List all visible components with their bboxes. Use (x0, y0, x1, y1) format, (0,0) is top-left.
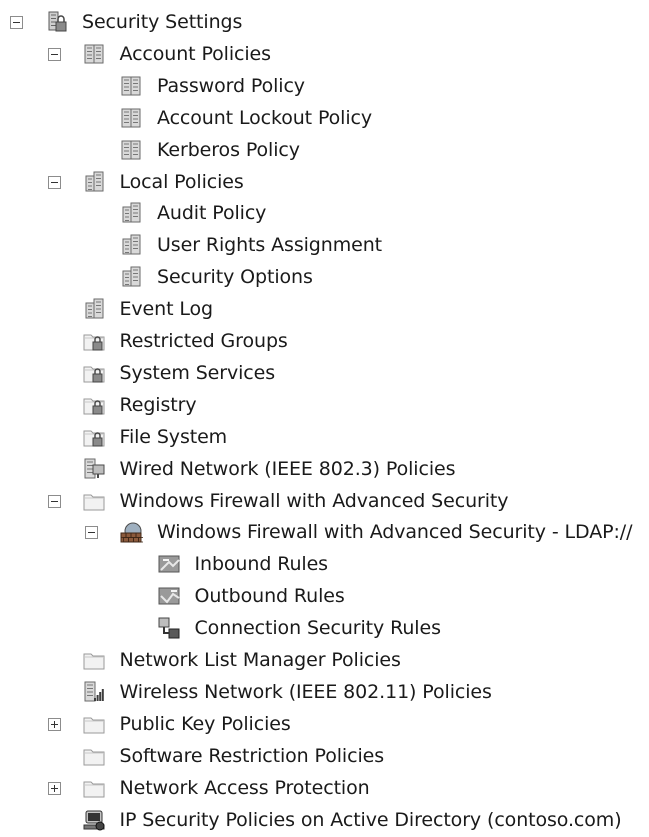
local-policy-icon (119, 265, 143, 289)
policy-icon (82, 42, 106, 66)
tree-item[interactable]: Restricted Groups (0, 325, 649, 357)
tree-item[interactable]: Connection Security Rules (0, 612, 649, 644)
tree-item-label: Restricted Groups (119, 330, 288, 352)
inbound-rules-icon (157, 552, 181, 576)
tree-item-label: Outbound Rules (194, 585, 345, 608)
outbound-rules-icon (157, 584, 181, 608)
collapse-toggle-icon[interactable] (85, 526, 98, 540)
folder-icon (82, 648, 106, 672)
tree-item-label: Account Policies (119, 42, 272, 65)
expand-toggle-icon[interactable] (47, 717, 61, 731)
folder-icon (82, 744, 106, 768)
policy-icon (119, 74, 143, 98)
tree-item-label: File System (119, 425, 228, 448)
tree-item-label: Public Key Policies (119, 712, 291, 735)
folder-icon (82, 776, 106, 800)
tree-item[interactable]: Registry (0, 389, 649, 421)
tree-item-label: Event Log (119, 298, 214, 321)
locked-folder-icon (82, 425, 106, 449)
tree-item[interactable]: Network Access Protection (0, 772, 649, 804)
tree-item-label: Connection Security Rules (194, 617, 441, 640)
folder-icon (82, 712, 106, 736)
ip-security-icon (82, 808, 106, 832)
tree-item[interactable]: Security Settings (0, 6, 649, 38)
security-settings-tree: Security Settings Account Policies Passwor… (0, 0, 649, 836)
local-policy-icon (82, 297, 106, 321)
local-policy-icon (82, 170, 106, 194)
tree-item-label: System Services (119, 361, 276, 384)
tree-item[interactable]: Public Key Policies (0, 708, 649, 740)
security-settings-icon (44, 10, 68, 34)
collapse-toggle-icon[interactable] (47, 175, 61, 189)
firewall-icon (119, 520, 144, 544)
expand-toggle-icon[interactable] (47, 781, 61, 795)
tree-item[interactable]: File System (0, 421, 649, 453)
policy-icon (119, 106, 143, 130)
local-policy-icon (119, 201, 143, 225)
tree-item-label: Kerberos Policy (157, 138, 300, 161)
tree-item[interactable]: System Services (0, 357, 649, 389)
tree-item-label: Security Options (157, 266, 313, 289)
tree-item-label: Windows Firewall with Advanced Security (119, 489, 509, 512)
tree-item-label: Registry (119, 393, 197, 416)
tree-item[interactable]: Outbound Rules (0, 580, 649, 612)
tree-item-label: Windows Firewall with Advanced Security … (157, 521, 633, 544)
collapse-toggle-icon[interactable] (10, 16, 23, 29)
locked-folder-icon (82, 393, 106, 417)
collapse-toggle-icon[interactable] (47, 494, 61, 508)
collapse-toggle-icon[interactable] (47, 47, 61, 61)
locked-folder-icon (82, 329, 106, 353)
tree-item-label: IP Security Policies on Active Directory… (119, 808, 622, 831)
tree-item-label: Network List Manager Policies (119, 649, 401, 671)
local-policy-icon (119, 233, 143, 257)
tree-item[interactable]: Wireless Network (IEEE 802.11) Policies (0, 676, 649, 708)
tree-item[interactable]: User Rights Assignment (0, 229, 649, 261)
tree-item[interactable]: Inbound Rules (0, 548, 649, 580)
tree-item-label: Software Restriction Policies (119, 744, 385, 767)
locked-folder-icon (82, 361, 106, 385)
tree-item-label: Account Lockout Policy (157, 106, 373, 129)
tree-item-label: Audit Policy (157, 202, 267, 225)
tree-item[interactable]: Local Policies (0, 166, 649, 198)
tree-item-label: Network Access Protection (119, 776, 370, 799)
wired-network-icon (82, 457, 106, 481)
tree-item-label: Wireless Network (IEEE 802.11) Policies (119, 680, 492, 703)
tree-item[interactable]: IP Security Policies on Active Directory… (0, 804, 649, 836)
tree-item[interactable]: Password Policy (0, 70, 649, 102)
tree-item-label: Password Policy (157, 74, 305, 97)
tree-item[interactable]: Account Lockout Policy (0, 102, 649, 134)
tree-item[interactable]: Account Policies (0, 38, 649, 70)
tree-item[interactable]: Windows Firewall with Advanced Security (0, 485, 649, 517)
connection-security-icon (157, 616, 181, 640)
tree-item-label: Local Policies (119, 170, 244, 193)
policy-icon (119, 138, 143, 162)
tree-item[interactable]: Kerberos Policy (0, 134, 649, 166)
tree-item[interactable]: Wired Network (IEEE 802.3) Policies (0, 453, 649, 485)
folder-icon (82, 489, 106, 513)
tree-item[interactable]: Event Log (0, 293, 649, 325)
tree-item-label: Inbound Rules (194, 553, 329, 576)
tree-item[interactable]: Software Restriction Policies (0, 740, 649, 772)
tree-item-label: User Rights Assignment (157, 234, 382, 257)
tree-item-label: Security Settings (82, 11, 243, 33)
tree-item-label: Wired Network (IEEE 802.3) Policies (119, 457, 456, 480)
tree-item[interactable]: Security Options (0, 261, 649, 293)
tree-item[interactable]: Network List Manager Policies (0, 644, 649, 676)
tree-item[interactable]: Windows Firewall with Advanced Security … (0, 516, 649, 548)
tree-item[interactable]: Audit Policy (0, 197, 649, 229)
wireless-network-icon (82, 680, 106, 704)
